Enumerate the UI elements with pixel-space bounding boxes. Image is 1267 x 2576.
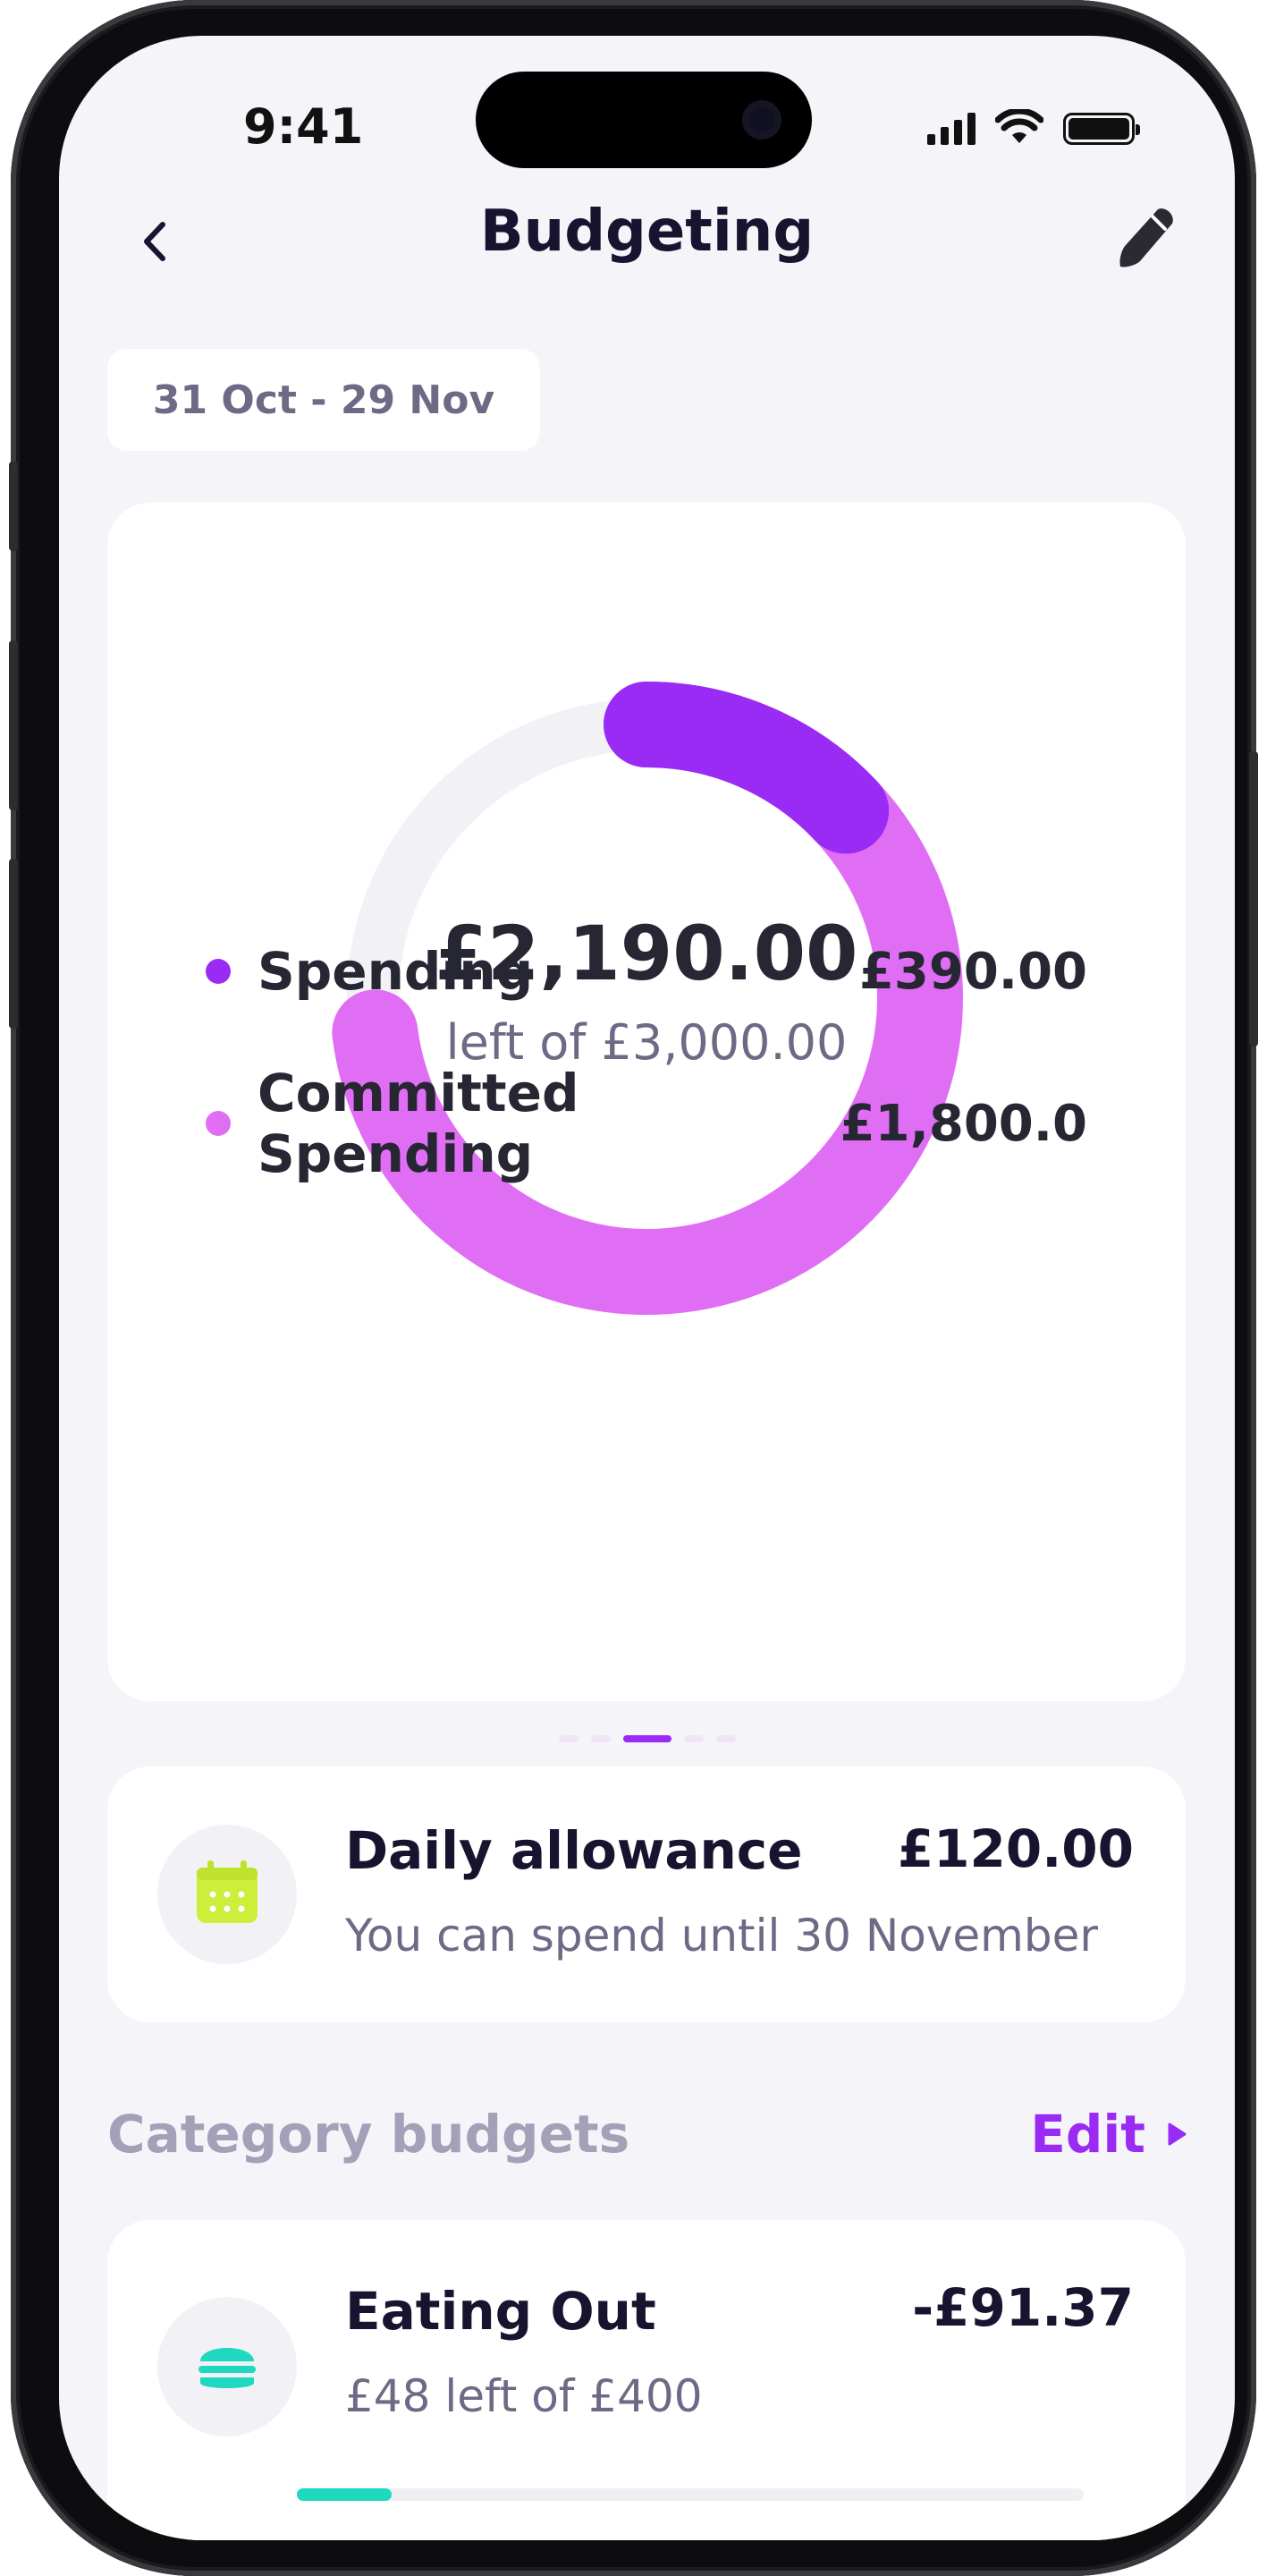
cellular-signal-icon	[927, 111, 976, 145]
page-dot[interactable]	[558, 1735, 579, 1742]
page-indicator	[59, 1735, 1235, 1742]
volume-down-button	[9, 859, 18, 1029]
spending-dot-icon	[206, 959, 231, 984]
status-time: 9:41	[243, 98, 364, 155]
legend-value: £1,800.0	[840, 1094, 1087, 1153]
category-name: Eating Out	[345, 2281, 656, 2342]
play-triangle-icon	[1168, 2123, 1187, 2146]
action-button	[9, 462, 18, 551]
volume-up-button	[9, 640, 18, 810]
legend-row-spending	[206, 503, 1087, 574]
legend-label: Committed Spending	[258, 1063, 579, 1184]
category-budgets-heading: Category budgets	[107, 2104, 630, 2165]
budget-summary-card: £2,190.00 left of £3,000.00 Spending £39…	[107, 503, 1186, 1701]
category-edit-button[interactable]: Edit	[1030, 2104, 1187, 2165]
phone-frame: 9:41 Budgeting 31 Oct - 29 Nov £2,190.00…	[9, 0, 1258, 2576]
power-button	[1249, 751, 1258, 1046]
wifi-icon	[995, 109, 1043, 143]
edit-label: Edit	[1030, 2104, 1145, 2165]
page-dot[interactable]	[590, 1735, 611, 1742]
pencil-icon[interactable]	[1113, 204, 1181, 272]
daily-allowance-title: Daily allowance	[345, 1820, 803, 1881]
daily-allowance-amount: £120.00	[897, 1818, 1134, 1879]
daily-allowance-card[interactable]: Daily allowance £120.00 You can spend un…	[107, 1767, 1186, 2022]
screen: 9:41 Budgeting 31 Oct - 29 Nov £2,190.00…	[59, 36, 1235, 2540]
period-label: 31 Oct - 29 Nov	[152, 377, 495, 423]
category-amount: -£91.37	[912, 2277, 1134, 2338]
calendar-icon	[197, 1860, 258, 1923]
page-dot[interactable]	[683, 1735, 704, 1742]
category-progress-fill	[297, 2488, 392, 2501]
dynamic-island	[476, 72, 812, 168]
burger-icon	[198, 2348, 256, 2388]
daily-icon-circle	[157, 1825, 297, 1964]
camera	[742, 100, 781, 140]
legend-row-committed: Committed Spending £1,800.0	[206, 1063, 1087, 1184]
category-subtitle: £48 left of £400	[345, 2370, 703, 2422]
page-dot[interactable]	[622, 1735, 672, 1742]
status-icons	[927, 109, 1140, 145]
legend-row-spending: Spending £390.00	[206, 936, 1087, 1007]
category-icon-circle	[157, 2297, 297, 2436]
committed-dot-icon	[206, 1111, 231, 1136]
legend-label: Spending	[258, 941, 534, 1002]
daily-allowance-subtitle: You can spend until 30 November	[345, 1910, 1098, 1962]
battery-icon	[1063, 113, 1140, 145]
ring-spending-arc	[604, 682, 890, 854]
period-selector[interactable]: 31 Oct - 29 Nov	[107, 349, 540, 451]
legend-value: £390.00	[858, 942, 1087, 1001]
category-progress-bar	[297, 2488, 1084, 2501]
page-dot[interactable]	[715, 1735, 736, 1742]
page-title: Budgeting	[479, 199, 815, 265]
